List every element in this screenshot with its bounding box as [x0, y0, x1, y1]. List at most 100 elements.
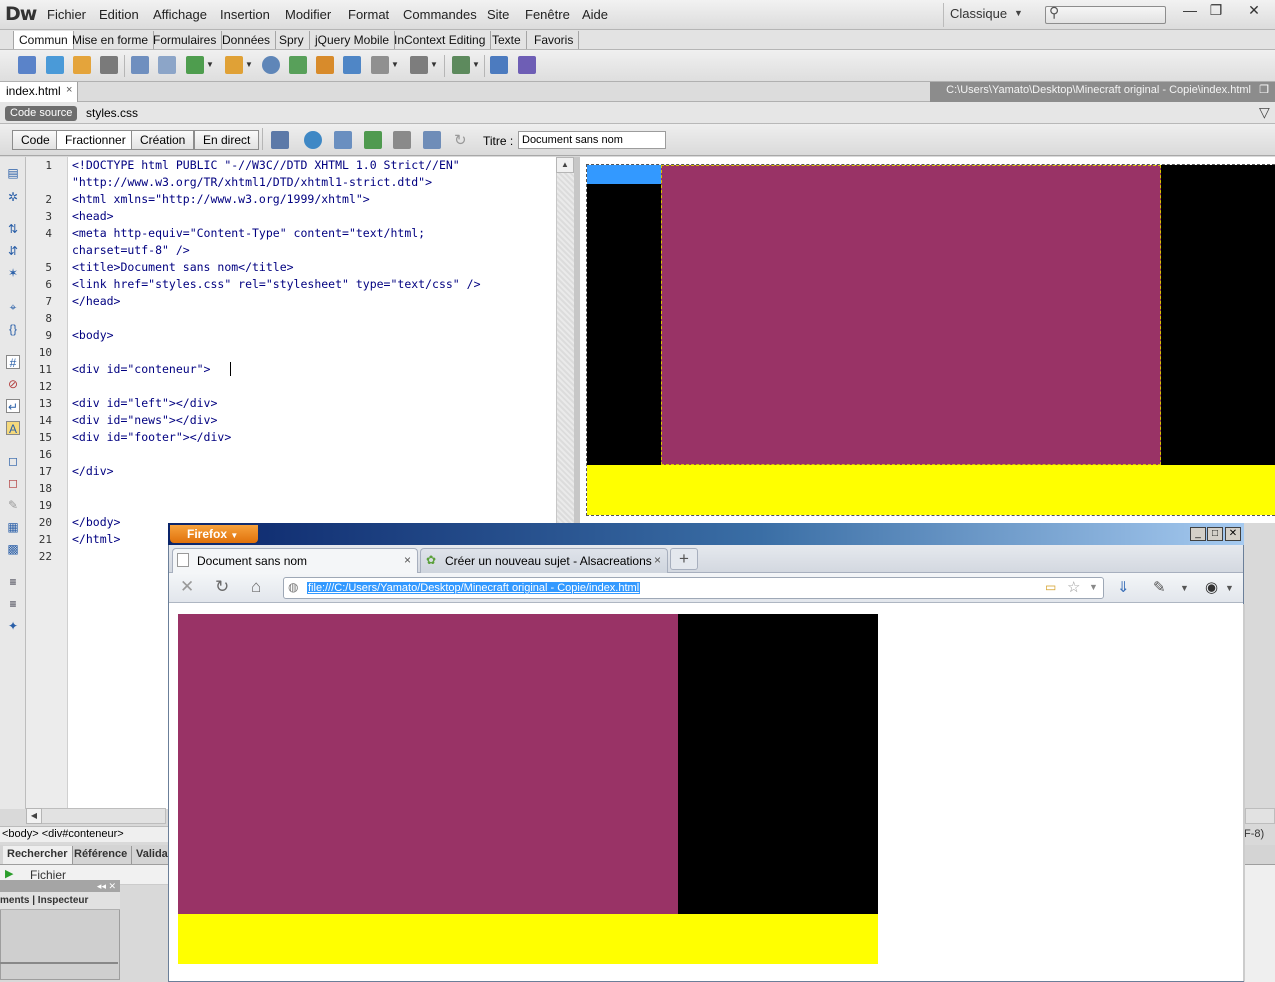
tab-texte[interactable]: Texte	[487, 31, 527, 49]
open-documents-icon[interactable]: ▤	[6, 166, 20, 180]
code-line[interactable]: <meta http-equiv="Content-Type" content=…	[72, 225, 425, 242]
menu-commandes[interactable]: Commandes	[403, 7, 477, 22]
line-numbers-icon[interactable]: #	[6, 355, 20, 370]
folder-icon[interactable]: ▭	[1045, 580, 1056, 594]
firefox-titlebar[interactable]	[168, 523, 1244, 545]
code-line[interactable]: <div id="footer"></div>	[72, 429, 231, 446]
media-icon[interactable]	[225, 56, 243, 74]
tab-favoris[interactable]: Favoris	[529, 31, 580, 49]
code-line[interactable]: "http://www.w3.org/TR/xhtml1/DTD/xhtml1-…	[72, 174, 432, 191]
image-icon[interactable]	[186, 56, 204, 74]
firefox-tab-document[interactable]: Document sans nom	[172, 548, 418, 573]
source-code-button[interactable]: Code source	[5, 106, 78, 121]
addon-icon[interactable]: ◉	[1205, 578, 1218, 596]
stop-icon[interactable]: ✕	[180, 577, 194, 597]
apply-comment-icon[interactable]: ◻	[6, 454, 20, 468]
menu-fichier[interactable]: Fichier	[47, 7, 86, 22]
w3c-validation-icon[interactable]	[364, 131, 382, 149]
scroll-up-button[interactable]: ▲	[556, 157, 574, 173]
code-line[interactable]: </body>	[72, 514, 120, 531]
code-line[interactable]: </div>	[72, 463, 114, 480]
firefox-close-button[interactable]: ✕	[1225, 527, 1241, 541]
head-icon[interactable]	[371, 56, 389, 74]
remove-comment-icon[interactable]: ◻	[6, 476, 20, 490]
tools-icon[interactable]: ✎	[1153, 578, 1166, 596]
firefox-tab-alsacreations[interactable]: Créer un nouveau sujet - Alsacreations	[420, 548, 668, 573]
file-management-icon[interactable]	[334, 131, 352, 149]
reload-icon[interactable]: ↻	[215, 577, 229, 597]
download-icon[interactable]: ⇓	[1117, 578, 1130, 596]
code-line[interactable]: <link href="styles.css" rel="stylesheet"…	[72, 276, 481, 293]
document-tab-label[interactable]: index.html	[6, 84, 61, 98]
panel-group-header[interactable]: ◂◂ ✕	[0, 880, 120, 892]
tab-formulaires[interactable]: Formulaires	[148, 31, 223, 49]
chevron-down-icon[interactable]: ▼	[430, 60, 438, 69]
check-browser-icon[interactable]	[393, 131, 411, 149]
table-icon[interactable]	[131, 56, 149, 74]
templates-icon[interactable]	[452, 56, 470, 74]
document-title-input[interactable]	[518, 131, 666, 149]
format-source-icon[interactable]: ✦	[6, 619, 20, 633]
firefox-menu-label[interactable]: Firefox	[187, 527, 227, 541]
code-line[interactable]: <title>Document sans nom</title>	[72, 259, 294, 276]
tag-chooser-icon[interactable]	[490, 56, 508, 74]
preview-in-browser-icon[interactable]	[304, 131, 322, 149]
site-identity-icon[interactable]: ◍	[288, 580, 298, 594]
tab-donnees[interactable]: Données	[217, 31, 277, 49]
chevron-down-icon[interactable]: ▼	[1014, 8, 1023, 18]
collapse-tag-icon[interactable]: ⇅	[6, 222, 20, 236]
page-footer-div[interactable]	[178, 914, 878, 964]
code-line[interactable]: <!DOCTYPE html PUBLIC "-//W3C//DTD XHTML…	[72, 157, 460, 174]
refresh-icon[interactable]: ↻	[454, 131, 467, 149]
code-view-button[interactable]: Code	[12, 130, 59, 150]
chevron-down-icon[interactable]: ▼	[206, 60, 214, 69]
menu-fenetre[interactable]: Fenêtre	[525, 7, 570, 22]
chevron-down-icon[interactable]: ▼	[1180, 583, 1189, 593]
minimize-button[interactable]: —	[1177, 2, 1203, 22]
close-icon[interactable]: ×	[404, 553, 411, 567]
code-line[interactable]: <div id="left"></div>	[72, 395, 217, 412]
visual-aids-icon[interactable]	[423, 131, 441, 149]
div-tag-icon[interactable]	[158, 56, 176, 74]
help-search-input[interactable]	[1045, 6, 1166, 24]
select-parent-tag-icon[interactable]: ⌖	[6, 300, 20, 314]
menu-modifier[interactable]: Modifier	[285, 7, 331, 22]
code-line[interactable]: <html xmlns="http://www.w3.org/1999/xhtm…	[72, 191, 370, 208]
comment-icon[interactable]	[343, 56, 361, 74]
close-button[interactable]: ✕	[1241, 2, 1267, 22]
close-icon[interactable]: ×	[654, 553, 661, 567]
widget-icon[interactable]	[262, 56, 280, 74]
page-news-div[interactable]	[178, 614, 678, 914]
date-icon[interactable]	[289, 56, 307, 74]
bookmark-star-icon[interactable]: ☆	[1067, 578, 1080, 596]
design-view-button[interactable]: Création	[131, 130, 195, 150]
firefox-minimize-button[interactable]: _	[1190, 527, 1206, 541]
scroll-left-button[interactable]: ◀	[26, 808, 42, 824]
close-icon[interactable]: ×	[66, 84, 72, 96]
chevron-down-icon[interactable]: ▼	[1089, 582, 1098, 592]
menu-site[interactable]: Site	[487, 7, 509, 22]
code-line[interactable]: <div id="conteneur">	[72, 361, 210, 378]
menu-edition[interactable]: Edition	[99, 7, 139, 22]
tab-mise-en-forme[interactable]: Mise en forme	[67, 31, 155, 49]
hyperlink-icon[interactable]	[18, 56, 36, 74]
workspace-switcher[interactable]: Classique	[950, 6, 1007, 21]
code-line[interactable]: <div id="news"></div>	[72, 412, 217, 429]
tab-jquery-mobile[interactable]: jQuery Mobile	[310, 31, 396, 49]
move-css-icon[interactable]: ▩	[6, 542, 20, 556]
design-right-area[interactable]	[1161, 165, 1275, 465]
code-scrollbar[interactable]	[556, 157, 574, 523]
restore-icon[interactable]: ❐	[1259, 83, 1269, 96]
home-icon[interactable]: ⌂	[251, 577, 261, 597]
new-tab-button[interactable]: +	[670, 548, 698, 570]
firefox-maximize-button[interactable]: □	[1207, 527, 1223, 541]
menu-format[interactable]: Format	[348, 7, 389, 22]
split-view-button[interactable]: Fractionner	[56, 130, 135, 150]
filter-icon[interactable]: ▽	[1259, 104, 1270, 121]
script-icon[interactable]	[410, 56, 428, 74]
page-left-div[interactable]	[678, 614, 878, 914]
panel-tabs[interactable]: ments | Inspecteur	[0, 892, 120, 910]
highlight-invalid-code-icon[interactable]: ⊘	[6, 377, 20, 391]
tab-reference[interactable]: Référence	[70, 846, 133, 864]
code-horizontal-scrollbar[interactable]	[26, 808, 166, 824]
